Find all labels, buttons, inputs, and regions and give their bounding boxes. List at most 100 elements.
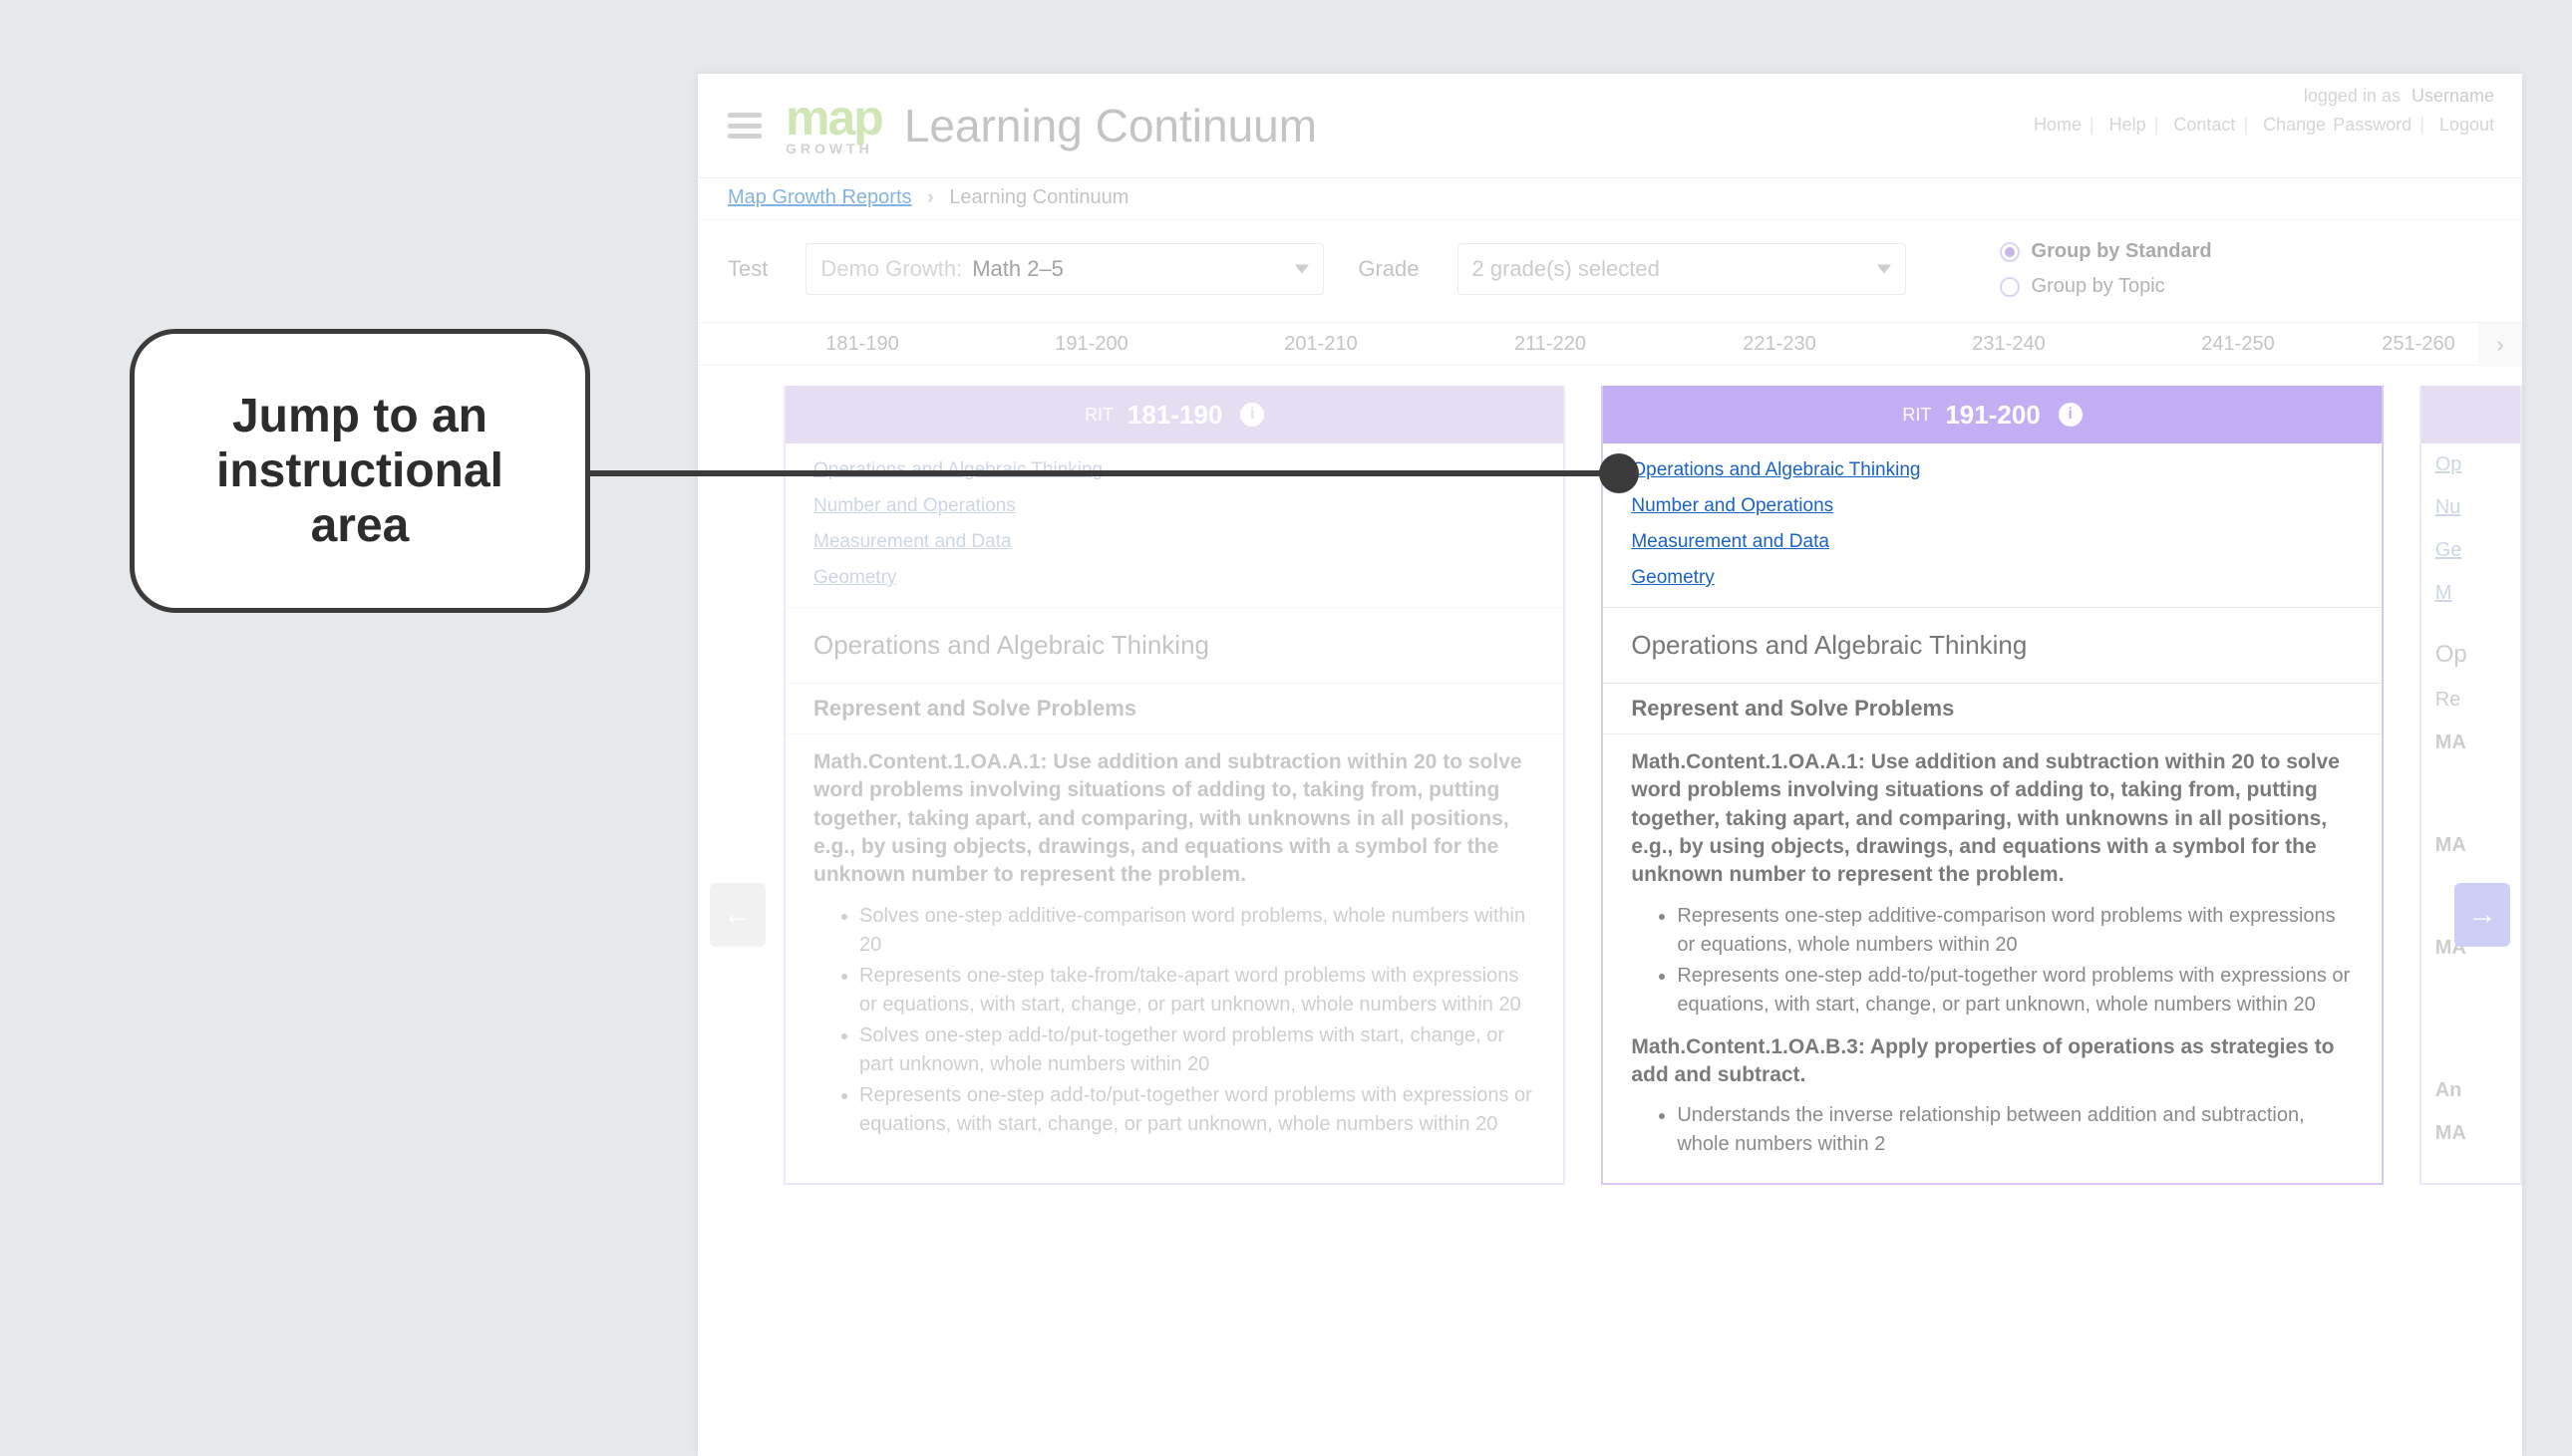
jump-links: Operations and Algebraic Thinking Number… [786,443,1563,608]
section-title: Operations and Algebraic Thinking [786,608,1563,684]
grade-label: Grade [1358,256,1419,282]
rit-tab[interactable]: 201-210 [1206,333,1436,356]
bullet: Solves one-step add-to/put-together word… [859,1021,1535,1079]
logo-main: map [786,96,882,141]
jump-link[interactable]: Operations and Algebraic Thinking [1631,459,1920,481]
bullet: Understands the inverse relationship bet… [1677,1101,2353,1159]
callout-connector [590,470,1617,476]
grade-dropdown[interactable]: 2 grade(s) selected [1457,243,1906,295]
logged-in-username: Username [2411,86,2494,106]
header-links: Home| Help| Contact| Change Password| Lo… [2034,115,2494,136]
rit-prefix: RIT [1902,405,1931,426]
radio-label: Group by Topic [2032,275,2165,298]
peek-text: Re [2421,679,2520,722]
grouping-radios: Group by Standard Group by Topic [2000,240,2212,298]
standard-block: Math.Content.1.OA.A.1: Use addition and … [1603,734,2381,1183]
jump-link[interactable]: Number and Operations [813,495,1016,517]
link-home[interactable]: Home [2034,115,2082,135]
peek-text: M [2421,572,2520,615]
rit-column-header: RIT 191-200 i [1603,386,2381,443]
bullet: Solves one-step additive-comparison word… [859,902,1535,960]
jump-link[interactable]: Measurement and Data [1631,531,1829,553]
standard-heading: Math.Content.1.OA.A.1: Use addition and … [1631,748,2353,890]
bullet: Represents one-step add-to/put-together … [1677,962,2353,1019]
prev-arrow-icon: ← [710,883,766,947]
link-change-password[interactable]: Change Password [2263,115,2411,135]
rit-tab[interactable]: 231-240 [1894,333,2123,356]
rit-tab[interactable]: 191-200 [977,333,1206,356]
logged-in-prefix: logged in as [2304,86,2401,106]
rit-range: 191-200 [1945,400,2040,431]
radio-label: Group by Standard [2032,240,2212,263]
callout-text: Jump to an instructional area [174,389,545,553]
link-help[interactable]: Help [2109,115,2146,135]
section-title: Operations and Algebraic Thinking [1603,608,2381,684]
radio-icon [2000,242,2020,262]
rit-column-peek: Op Nu Ge M Op Re MA MA MA An MA [2419,386,2522,1185]
columns-area: ← RIT 181-190 i Operations and Algebraic… [698,366,2522,1456]
next-arrow-icon[interactable]: → [2454,883,2510,947]
standard-block: Math.Content.1.OA.A.1: Use addition and … [786,734,1563,1163]
rit-column-header: RIT 181-190 i [786,386,1563,443]
jump-link[interactable]: Geometry [813,567,896,589]
breadcrumb-root[interactable]: Map Growth Reports [728,186,912,208]
standard-bullets: Solves one-step additive-comparison word… [813,902,1535,1139]
header-bar: map GROWTH Learning Continuum logged in … [698,74,2522,178]
callout-endpoint-icon [1599,453,1639,493]
page-title: Learning Continuum [904,99,1317,152]
peek-text: Op [2421,443,2520,486]
peek-text: MA [2421,722,2520,764]
link-logout[interactable]: Logout [2439,115,2494,135]
peek-text: Nu [2421,486,2520,529]
logo-sub: GROWTH [786,141,882,156]
jump-link[interactable]: Number and Operations [1631,495,1833,517]
rit-column-highlight: RIT 191-200 i Operations and Algebraic T… [1601,386,2383,1185]
header-right: logged in as Username Home| Help| Contac… [2034,86,2494,136]
link-contact[interactable]: Contact [2173,115,2235,135]
peek-text: MA [2421,824,2520,867]
subsection-title: Represent and Solve Problems [1603,684,2381,734]
rit-tab[interactable]: 241-250 [2123,333,2353,356]
jump-links: Operations and Algebraic Thinking Number… [1603,443,2381,608]
menu-icon[interactable] [728,113,762,139]
peek-text: MA [2421,1112,2520,1155]
rit-tab[interactable]: 181-190 [748,333,977,356]
radio-group-by-standard[interactable]: Group by Standard [2000,240,2212,263]
peek-text: Ge [2421,529,2520,572]
caret-down-icon [1295,265,1309,274]
rit-column: RIT 181-190 i Operations and Algebraic T… [784,386,1565,1185]
scroll-right-icon[interactable]: › [2478,323,2522,367]
test-label: Test [728,256,768,282]
grade-value: 2 grade(s) selected [1472,256,1660,282]
radio-group-by-topic[interactable]: Group by Topic [2000,275,2212,298]
callout-bubble: Jump to an instructional area [130,329,590,613]
standard-heading: Math.Content.1.OA.A.1: Use addition and … [813,748,1535,890]
peek-text: Op [2421,631,2520,679]
bullet: Represents one-step add-to/put-together … [859,1081,1535,1139]
subsection-title: Represent and Solve Problems [786,684,1563,734]
peek-text: An [2421,1069,2520,1112]
rit-tab-strip: 181-190 191-200 201-210 211-220 221-230 … [698,322,2522,366]
test-value: Math 2–5 [972,256,1064,282]
rit-prefix: RIT [1085,405,1114,426]
bullet: Represents one-step additive-comparison … [1677,902,2353,960]
test-dropdown[interactable]: Demo Growth: Math 2–5 [805,243,1324,295]
info-icon[interactable]: i [1240,403,1264,427]
rit-tab[interactable]: 251-260 [2359,333,2478,356]
jump-link[interactable]: Geometry [1631,567,1714,589]
rit-tab[interactable]: 211-220 [1436,333,1665,356]
standard-heading: Math.Content.1.OA.B.3: Apply properties … [1631,1033,2353,1090]
info-icon[interactable]: i [2059,403,2083,427]
rit-tab[interactable]: 221-230 [1665,333,1894,356]
radio-icon [2000,277,2020,297]
caret-down-icon [1877,265,1891,274]
jump-link[interactable]: Measurement and Data [813,531,1012,553]
breadcrumb-current: Learning Continuum [949,186,1128,208]
bullet: Represents one-step take-from/take-apart… [859,962,1535,1019]
filter-bar: Test Demo Growth: Math 2–5 Grade 2 grade… [698,220,2522,322]
standard-bullets: Represents one-step additive-comparison … [1631,902,2353,1019]
breadcrumb: Map Growth Reports › Learning Continuum [698,178,2522,220]
rit-range: 181-190 [1127,400,1222,431]
rit-column-header [2421,386,2520,443]
test-prefix: Demo Growth: [820,256,962,282]
